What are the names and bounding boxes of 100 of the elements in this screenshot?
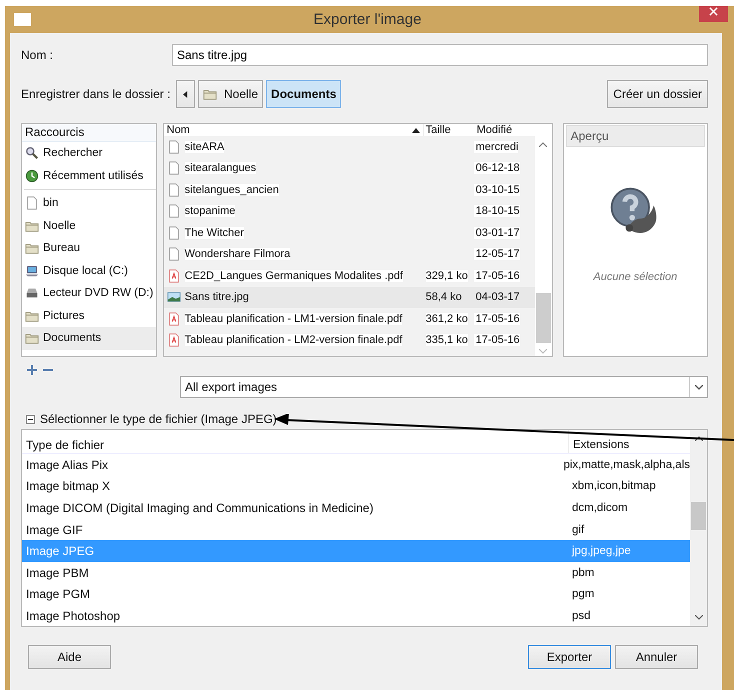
column-header[interactable]: Taille (424, 124, 474, 136)
file-type-row[interactable]: Image bitmap X xbm,icon,bitmap (22, 476, 690, 498)
file-type-name: Image DICOM (Digital Imaging and Communications in Medicine) (26, 500, 374, 515)
scroll-down-icon (694, 615, 702, 620)
file-size: 335,1 ko (426, 334, 468, 346)
shortcut-item[interactable]: Noelle (22, 214, 156, 237)
left-arrow-icon (183, 90, 188, 98)
file-extensions: jpg,jpeg,jpe (572, 545, 631, 558)
shortcut-item[interactable]: Bureau (22, 237, 156, 260)
filter-dropdown[interactable]: All export images (180, 376, 708, 398)
file-type-row[interactable]: Image PGM pgm (22, 584, 690, 606)
file-row[interactable]: siteARA mercredi (164, 136, 535, 158)
scrollbar-thumb[interactable] (536, 293, 551, 343)
drive-icon (25, 286, 39, 300)
file-extensions: gif (572, 524, 584, 536)
file-row[interactable]: Tableau planification - LM2-version finale.pdf 335,1 ko 17-05-16 (164, 330, 535, 351)
scroll-down-icon (539, 349, 548, 354)
column-header[interactable]: Nom (164, 124, 424, 136)
computer-icon (25, 264, 39, 278)
scroll-up-icon (694, 436, 702, 441)
window-title: Exporter l'image (312, 11, 422, 28)
file-date: 17-05-16 (474, 270, 520, 282)
path-button[interactable]: Documents (266, 80, 342, 108)
dialog-button[interactable]: Annuler (615, 645, 698, 669)
file-name: sitearalangues (184, 162, 256, 174)
shortcut-item[interactable]: Récemment utilisés (22, 164, 156, 187)
file-name: Tableau planification - LM1-version finale.pdf (184, 312, 402, 325)
file-date: 17-05-16 (474, 334, 520, 346)
file-type-name: Image Photoshop (26, 608, 120, 623)
folder-icon (203, 87, 217, 101)
create-folder-button[interactable]: Créer un dossier (607, 80, 708, 108)
field-label: Enregistrer dans le dossier : (21, 87, 172, 101)
file-row[interactable]: Wondershare Filmora 12-05-17 (164, 244, 535, 265)
folder-icon (25, 331, 39, 346)
column-header[interactable]: Type de fichier (22, 430, 568, 453)
file-size: 58,4 ko (426, 291, 462, 304)
file-name: Tableau planification - LM2-version finale.pdf (184, 334, 402, 346)
name-field[interactable]: Sans titre.jpg (172, 44, 708, 66)
shortcut-item[interactable]: Disque local (C:) (22, 260, 156, 282)
file-type-row[interactable]: Image DICOM (Digital Imaging and Communications in Medicine) dcm,dicom (22, 497, 690, 519)
file-date: 18-10-15 (474, 205, 520, 218)
file-type-name: Image PBM (26, 566, 89, 580)
scrollbar[interactable] (690, 430, 707, 626)
dialog-button[interactable]: Aide (28, 645, 111, 669)
file-type-row[interactable]: Image PBM pbm (22, 562, 690, 584)
path-button[interactable]: Noelle (198, 80, 264, 108)
image-file-icon (166, 290, 181, 304)
file-row[interactable]: Sans titre.jpg 58,4 ko 04-03-17 (164, 286, 535, 308)
pdf-file-icon (166, 333, 181, 348)
file-icon (166, 247, 181, 262)
plus-icon (27, 365, 37, 375)
column-header: Raccourcis (22, 124, 156, 142)
add-button[interactable] (25, 363, 39, 377)
file-date: 03-10-15 (474, 184, 520, 196)
file-type-name: Image GIF (26, 522, 83, 537)
file-name: The Witcher (184, 226, 244, 239)
scrollbar-thumb[interactable] (691, 502, 706, 530)
file-name: siteARA (184, 140, 224, 153)
file-row[interactable]: Tableau planification - LM1-version finale.pdf 361,2 ko 17-05-16 (164, 308, 535, 330)
shortcut-item[interactable]: Lecteur DVD RW (D:) (22, 282, 156, 304)
back-button[interactable] (176, 80, 195, 108)
file-date: 17-05-16 (474, 312, 520, 325)
file-type-name: Image Alias Pix (26, 458, 108, 472)
file-size: 361,2 ko (426, 312, 468, 325)
file-type-name: Image JPEG (26, 544, 94, 558)
scrollbar[interactable] (534, 136, 552, 356)
search-icon (25, 146, 39, 160)
shortcut-item[interactable]: Documents (22, 327, 156, 350)
preview-header: Aperçu (566, 125, 705, 147)
expander-label[interactable]: Sélectionner le type de fichier (Image JPEG) (40, 412, 277, 426)
shortcut-item[interactable]: bin (22, 192, 156, 214)
file-row[interactable]: sitelangues_ancien 03-10-15 (164, 179, 535, 200)
shortcut-item[interactable]: Pictures (22, 304, 156, 327)
collapse-icon[interactable] (26, 414, 35, 424)
file-icon (166, 140, 181, 154)
pdf-file-icon (166, 268, 181, 283)
file-date: 12-05-17 (474, 248, 520, 260)
file-extensions: psd (572, 610, 591, 622)
file-type-row[interactable]: Image Photoshop psd (22, 605, 690, 626)
file-row[interactable]: The Witcher 03-01-17 (164, 222, 535, 244)
file-type-row[interactable]: Image GIF gif (22, 518, 690, 540)
file-type-row[interactable]: Image Alias Pix pix,matte,mask,alpha,als (22, 454, 690, 476)
file-row[interactable]: CE2D_Langues Germaniques Modalites .pdf 329,1 ko 17-05-16 (164, 265, 535, 286)
file-icon (166, 204, 181, 218)
window-icon (14, 13, 31, 26)
file-row[interactable]: sitearalangues 06-12-18 (164, 158, 535, 179)
scroll-up-icon (539, 142, 548, 147)
file-name: Sans titre.jpg (184, 291, 249, 304)
file-name: stopanime (184, 205, 236, 218)
folder-icon (25, 241, 39, 256)
close-button[interactable] (699, 6, 728, 22)
file-name: CE2D_Langues Germaniques Modalites .pdf (184, 270, 403, 282)
file-type-name: Image bitmap X (26, 479, 110, 494)
column-header[interactable]: Modifié (474, 124, 534, 136)
file-row[interactable]: stopanime 18-10-15 (164, 200, 535, 222)
file-date: 03-01-17 (474, 226, 520, 239)
shortcut-item[interactable]: Rechercher (22, 142, 156, 164)
preview-message: Aucune sélection (593, 271, 678, 283)
dialog-button[interactable]: Exporter (528, 645, 611, 669)
file-extensions: pgm (572, 588, 594, 600)
